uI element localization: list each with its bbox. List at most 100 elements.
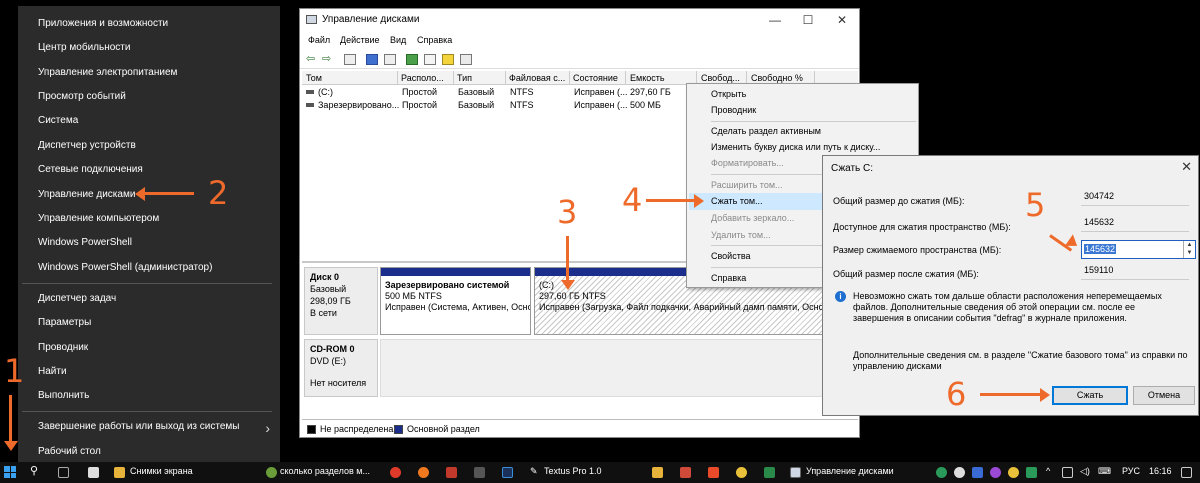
ctx-delete[interactable]: Удалить том... <box>711 230 771 240</box>
menu-item-powershell[interactable]: Windows PowerShell <box>38 237 132 248</box>
app-icon[interactable] <box>708 467 719 478</box>
menu-item-powershell-admin[interactable]: Windows PowerShell (администратор) <box>38 262 212 273</box>
view-icon[interactable] <box>344 54 356 65</box>
taskbar-item-textus[interactable]: Textus Pro 1.0 <box>544 466 602 476</box>
partition-reserved[interactable]: Зарезервировано системой 500 МБ NTFS Исп… <box>380 267 531 335</box>
forward-icon[interactable]: ⇨ <box>322 52 334 65</box>
menu-item-explorer[interactable]: Проводник <box>38 342 88 353</box>
partition-bar <box>381 268 530 276</box>
properties-icon[interactable] <box>460 54 472 65</box>
task-view-icon[interactable] <box>58 467 69 478</box>
tray-icon[interactable] <box>990 467 1001 478</box>
list-icon[interactable] <box>384 54 396 65</box>
cdrom-info[interactable]: CD-ROM 0 DVD (E:) Нет носителя <box>304 339 378 397</box>
ctx-explorer[interactable]: Проводник <box>711 105 756 115</box>
app-icon[interactable] <box>764 467 775 478</box>
menu-item-network[interactable]: Сетевые подключения <box>38 164 143 175</box>
app-icon[interactable] <box>736 467 747 478</box>
tray-chevron-icon[interactable]: ^ <box>1046 466 1050 476</box>
col-volume[interactable]: Том <box>306 73 322 83</box>
app-icon[interactable] <box>474 467 485 478</box>
tray-icon[interactable] <box>954 467 965 478</box>
menu-item-power[interactable]: Управление электропитанием <box>38 67 177 78</box>
menu-item-run[interactable]: Выполнить <box>38 390 89 401</box>
ctx-shrink[interactable]: Сжать том... <box>711 196 763 206</box>
col-free[interactable]: Свобод... <box>701 73 740 83</box>
col-layout[interactable]: Располо... <box>401 73 444 83</box>
rescan-icon[interactable] <box>442 54 454 65</box>
help-icon[interactable] <box>366 54 378 65</box>
connect-icon[interactable] <box>406 54 418 65</box>
col-filesystem[interactable]: Файловая с... <box>509 73 565 83</box>
ctx-add-mirror[interactable]: Добавить зеркало... <box>711 213 794 223</box>
minimize-button[interactable]: — <box>763 11 787 29</box>
check-icon[interactable] <box>424 54 436 65</box>
app-icon[interactable] <box>446 467 457 478</box>
tray-icon[interactable] <box>972 467 983 478</box>
ctx-properties[interactable]: Свойства <box>711 251 751 261</box>
ctx-format[interactable]: Форматировать... <box>711 158 784 168</box>
menu-item-apps[interactable]: Приложения и возможности <box>38 18 168 29</box>
shrink-button[interactable]: Сжать <box>1052 386 1128 405</box>
menu-item-computer-management[interactable]: Управление компьютером <box>38 213 159 224</box>
menu-item-settings[interactable]: Параметры <box>38 317 91 328</box>
taskbar-item-screenshots[interactable]: Снимки экрана <box>130 466 193 476</box>
menu-item-search[interactable]: Найти <box>38 366 67 377</box>
ctx-help[interactable]: Справка <box>711 273 746 283</box>
opera-icon[interactable] <box>390 467 401 478</box>
disk0-type: Базовый <box>310 284 347 294</box>
back-icon[interactable]: ⇦ <box>306 52 318 65</box>
folder-icon[interactable] <box>114 467 125 478</box>
tray-icon[interactable] <box>1026 467 1037 478</box>
menu-view[interactable]: Вид <box>390 35 406 45</box>
close-button[interactable]: ✕ <box>830 11 854 29</box>
menu-item-mobility[interactable]: Центр мобильности <box>38 42 130 53</box>
keyboard-icon[interactable]: ⌨ <box>1098 466 1111 477</box>
firefox-icon[interactable] <box>418 467 429 478</box>
start-icon[interactable] <box>4 466 16 478</box>
photoshop-icon[interactable] <box>502 467 513 478</box>
chrome-icon[interactable] <box>266 467 277 478</box>
taskbar-item-disk-management[interactable]: Управление дисками <box>806 466 894 476</box>
language-indicator[interactable]: РУС <box>1122 466 1140 476</box>
disk0-info[interactable]: Диск 0 Базовый 298,09 ГБ В сети <box>304 267 378 335</box>
shrink-size-input[interactable]: 145632 ▲ ▼ <box>1081 240 1196 259</box>
spinner-icon[interactable]: ▲ ▼ <box>1183 241 1195 258</box>
menu-item-shutdown[interactable]: Завершение работы или выход из системы <box>38 421 239 432</box>
menu-file[interactable]: Файл <box>308 35 330 45</box>
maximize-button[interactable]: ☐ <box>796 11 820 29</box>
app-icon[interactable] <box>680 467 691 478</box>
col-free-percent[interactable]: Свободно % <box>751 73 803 83</box>
cancel-button[interactable]: Отмена <box>1133 386 1195 405</box>
menu-help[interactable]: Справка <box>417 35 452 45</box>
menu-action[interactable]: Действие <box>340 35 380 45</box>
tray-icon[interactable] <box>1008 467 1019 478</box>
close-icon[interactable]: ✕ <box>1181 159 1192 175</box>
clock[interactable]: 16:16 <box>1149 466 1172 476</box>
notifications-icon[interactable] <box>1181 467 1192 478</box>
label-available: Доступное для сжатия пространство (МБ): <box>833 222 1011 232</box>
store-icon[interactable] <box>88 467 99 478</box>
tray-icon[interactable] <box>936 467 947 478</box>
menu-item-task-manager[interactable]: Диспетчер задач <box>38 293 116 304</box>
col-type[interactable]: Тип <box>457 73 472 83</box>
title-bar[interactable]: Управление дисками — ☐ ✕ <box>300 9 859 31</box>
menu-item-system[interactable]: Система <box>38 115 78 126</box>
volume-icon[interactable]: ◁) <box>1080 466 1090 477</box>
taskbar-item-browser[interactable]: сколько разделов м... <box>280 466 370 476</box>
ctx-change-letter[interactable]: Изменить букву диска или путь к диску... <box>711 142 880 152</box>
ctx-open[interactable]: Открыть <box>711 89 746 99</box>
network-icon[interactable] <box>1062 467 1073 478</box>
search-icon[interactable]: ⚲ <box>30 464 38 477</box>
app-icon[interactable] <box>652 467 663 478</box>
col-status[interactable]: Состояние <box>573 73 618 83</box>
menu-item-event-viewer[interactable]: Просмотр событий <box>38 91 126 102</box>
menu-item-device-manager[interactable]: Диспетчер устройств <box>38 140 136 151</box>
menu-item-disk-management[interactable]: Управление дисками <box>38 189 135 200</box>
col-capacity[interactable]: Емкость <box>630 73 665 83</box>
partition-status: Исправен (Система, Активен, Осно <box>385 302 531 312</box>
menu-item-desktop[interactable]: Рабочий стол <box>38 446 101 457</box>
ctx-extend[interactable]: Расширить том... <box>711 180 783 190</box>
disk-management-icon[interactable] <box>790 467 801 478</box>
ctx-mark-active[interactable]: Сделать раздел активным <box>711 126 821 136</box>
